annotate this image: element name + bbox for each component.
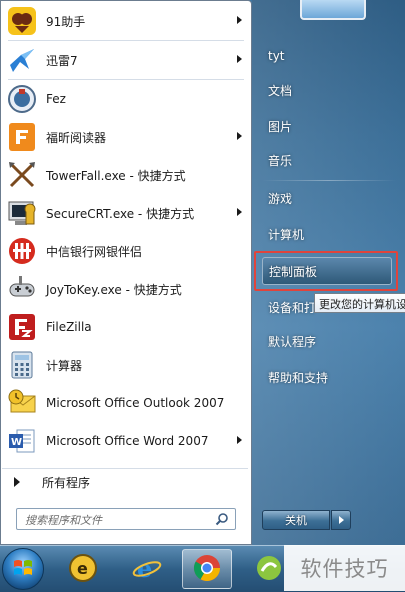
documents-label: 文档 [268, 83, 293, 98]
program-label: TowerFall.exe - 快捷方式 [46, 168, 186, 183]
pinned-programs-list: 91助手 迅雷7 Fez 福昕阅读器 TowerFall.exe - 快捷方式 … [2, 2, 250, 460]
devices-label: 设备和打 [268, 300, 317, 315]
right-item-music[interactable]: 音乐 [262, 146, 392, 174]
watermark: 软件技巧 [284, 545, 405, 591]
foxit-pdf-icon [6, 121, 38, 153]
word-icon: W [6, 425, 38, 457]
internet-explorer-icon: e [132, 553, 162, 586]
filezilla-icon [6, 311, 38, 343]
start-menu: 91助手 迅雷7 Fez 福昕阅读器 TowerFall.exe - 快捷方式 … [0, 0, 405, 545]
shutdown-button[interactable]: 关机 [262, 510, 330, 530]
chevron-right-icon [338, 516, 344, 524]
program-item-calculator[interactable]: 计算器 [2, 346, 250, 384]
program-item-word[interactable]: W Microsoft Office Word 2007 [2, 422, 250, 460]
search-input[interactable] [23, 511, 217, 529]
user-picture[interactable] [300, 0, 366, 20]
program-label: 91助手 [46, 14, 86, 29]
program-label: 中信银行网银伴侣 [46, 244, 143, 259]
computer-label: 计算机 [268, 227, 305, 242]
default-programs-label: 默认程序 [268, 334, 317, 349]
calculator-icon [6, 349, 38, 381]
right-item-pictures[interactable]: 图片 [262, 112, 392, 140]
program-item-outlook[interactable]: Microsoft Office Outlook 2007 [2, 384, 250, 422]
program-item-citic-bank[interactable]: 中信银行网银伴侣 [2, 232, 250, 270]
program-item-thunder[interactable]: 迅雷7 [2, 41, 250, 79]
shutdown-options-button[interactable] [331, 510, 351, 530]
right-item-computer[interactable]: 计算机 [262, 220, 392, 248]
windows-logo-icon [12, 557, 34, 582]
start-orb-button[interactable] [2, 548, 44, 590]
right-item-default-programs[interactable]: 默认程序 [262, 327, 392, 355]
outlook-icon [6, 387, 38, 419]
submenu-arrow-icon[interactable] [237, 55, 242, 63]
taskbar-ie[interactable]: e [122, 549, 172, 589]
search-box[interactable] [16, 508, 236, 530]
thunder-bird-icon [6, 44, 38, 76]
pictures-label: 图片 [268, 119, 293, 134]
all-programs-button[interactable]: 所有程序 [2, 468, 248, 495]
green-swirl-icon [254, 553, 284, 586]
program-label: 计算器 [46, 358, 83, 373]
program-label: Microsoft Office Word 2007 [46, 434, 209, 448]
taskbar-app-1[interactable]: e [58, 549, 108, 589]
program-label: 福昕阅读器 [46, 130, 107, 145]
chrome-icon [192, 553, 222, 586]
program-item-securecrt[interactable]: SecureCRT.exe - 快捷方式 [2, 194, 250, 232]
games-label: 游戏 [268, 191, 293, 206]
submenu-arrow-icon[interactable] [237, 132, 242, 140]
taskbar-chrome[interactable] [182, 549, 232, 589]
help-label: 帮助和支持 [268, 370, 329, 385]
right-item-help[interactable]: 帮助和支持 [262, 363, 392, 391]
right-item-user[interactable]: tyt [262, 42, 392, 70]
all-programs-label: 所有程序 [42, 475, 91, 490]
program-item-91assistant[interactable]: 91助手 [2, 2, 250, 40]
submenu-arrow-icon[interactable] [237, 16, 242, 24]
gamepad-icon [6, 273, 38, 305]
securecrt-icon [6, 197, 38, 229]
program-label: JoyToKey.exe - 快捷方式 [46, 282, 182, 297]
yellow-e-icon: e [68, 553, 98, 586]
search-icon[interactable] [215, 512, 229, 529]
program-item-towerfall[interactable]: TowerFall.exe - 快捷方式 [2, 156, 250, 194]
svg-text:W: W [11, 437, 22, 448]
shutdown-label: 关机 [285, 514, 307, 527]
user-name-label: tyt [268, 49, 285, 63]
program-item-foxit-reader[interactable]: 福昕阅读器 [2, 118, 250, 156]
program-item-joytokey[interactable]: JoyToKey.exe - 快捷方式 [2, 270, 250, 308]
program-item-fez[interactable]: Fez [2, 80, 250, 118]
highlight-annotation-box [254, 251, 398, 291]
program-label: Microsoft Office Outlook 2007 [46, 396, 225, 410]
program-item-filezilla[interactable]: FileZilla [2, 308, 250, 346]
citic-bank-icon [6, 235, 38, 267]
fez-icon [6, 83, 38, 115]
submenu-arrow-icon[interactable] [237, 208, 242, 216]
tooltip: 更改您的计算机设 [314, 293, 405, 313]
right-triangle-icon [14, 477, 20, 487]
91-assistant-icon [6, 5, 38, 37]
svg-text:e: e [77, 559, 88, 578]
svg-text:e: e [137, 554, 152, 583]
program-label: 迅雷7 [46, 53, 78, 68]
right-item-games[interactable]: 游戏 [262, 184, 392, 212]
program-label: SecureCRT.exe - 快捷方式 [46, 206, 195, 221]
program-label: Fez [46, 92, 66, 106]
music-label: 音乐 [268, 153, 293, 168]
program-label: FileZilla [46, 320, 92, 334]
crossed-arrows-icon [6, 159, 38, 191]
right-item-documents[interactable]: 文档 [262, 76, 392, 104]
divider [262, 180, 396, 181]
submenu-arrow-icon[interactable] [237, 436, 242, 444]
